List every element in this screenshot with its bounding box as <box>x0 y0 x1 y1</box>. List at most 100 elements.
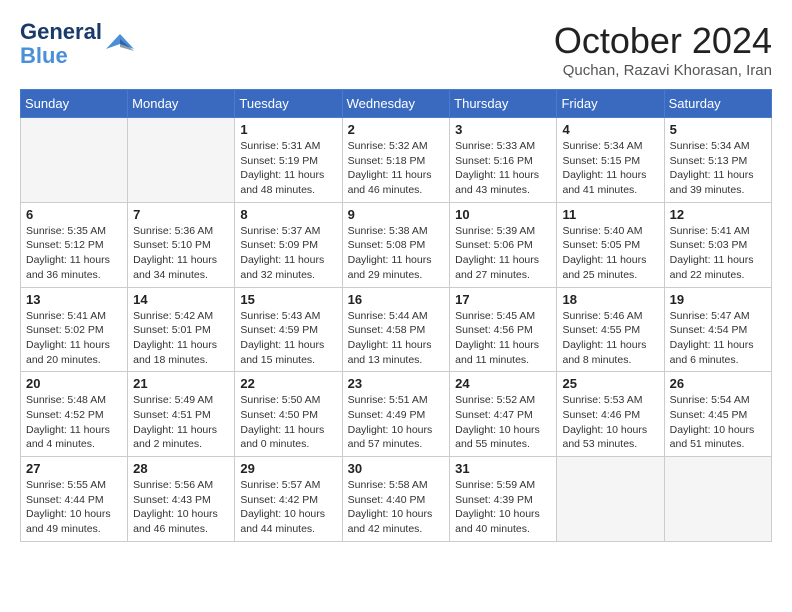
day-info: Sunrise: 5:35 AMSunset: 5:12 PMDaylight:… <box>26 224 122 283</box>
day-number: 7 <box>133 207 229 222</box>
location-subtitle: Quchan, Razavi Khorasan, Iran <box>554 62 772 79</box>
day-info: Sunrise: 5:34 AMSunset: 5:13 PMDaylight:… <box>670 139 766 198</box>
day-cell: 23 Sunrise: 5:51 AMSunset: 4:49 PMDayligh… <box>342 372 450 457</box>
day-number: 4 <box>562 122 658 137</box>
day-info: Sunrise: 5:41 AMSunset: 5:02 PMDaylight:… <box>26 309 122 368</box>
day-cell: 12 Sunrise: 5:41 AMSunset: 5:03 PMDayligh… <box>664 202 771 287</box>
week-row-3: 13 Sunrise: 5:41 AMSunset: 5:02 PMDayligh… <box>21 287 772 372</box>
day-cell: 24Sunrise: 5:52 AMSunset: 4:47 PMDayligh… <box>450 372 557 457</box>
day-number: 11 <box>562 207 658 222</box>
day-cell: 13 Sunrise: 5:41 AMSunset: 5:02 PMDayligh… <box>21 287 128 372</box>
day-number: 25 <box>562 376 658 391</box>
day-cell: 30 Sunrise: 5:58 AMSunset: 4:40 PMDayligh… <box>342 457 450 542</box>
day-info: Sunrise: 5:59 AMSunset: 4:39 PMDaylight:… <box>455 478 551 537</box>
day-cell: 11 Sunrise: 5:40 AMSunset: 5:05 PMDayligh… <box>557 202 664 287</box>
day-cell: 1Sunrise: 5:31 AMSunset: 5:19 PMDaylight… <box>235 118 342 203</box>
day-number: 8 <box>240 207 336 222</box>
day-info: Sunrise: 5:51 AMSunset: 4:49 PMDaylight:… <box>348 393 445 452</box>
day-cell: 21Sunrise: 5:49 AMSunset: 4:51 PMDayligh… <box>128 372 235 457</box>
day-info: Sunrise: 5:47 AMSunset: 4:54 PMDaylight:… <box>670 309 766 368</box>
day-cell: 26 Sunrise: 5:54 AMSunset: 4:45 PMDayligh… <box>664 372 771 457</box>
day-cell: 16 Sunrise: 5:44 AMSunset: 4:58 PMDayligh… <box>342 287 450 372</box>
day-cell: 18 Sunrise: 5:46 AMSunset: 4:55 PMDayligh… <box>557 287 664 372</box>
weekday-header-saturday: Saturday <box>664 90 771 118</box>
day-number: 5 <box>670 122 766 137</box>
day-cell: 3 Sunrise: 5:33 AMSunset: 5:16 PMDaylight… <box>450 118 557 203</box>
day-cell <box>557 457 664 542</box>
day-info: Sunrise: 5:46 AMSunset: 4:55 PMDaylight:… <box>562 309 658 368</box>
day-number: 30 <box>348 461 445 476</box>
day-cell: 28 Sunrise: 5:56 AMSunset: 4:43 PMDayligh… <box>128 457 235 542</box>
weekday-header-tuesday: Tuesday <box>235 90 342 118</box>
day-info: Sunrise: 5:53 AMSunset: 4:46 PMDaylight:… <box>562 393 658 452</box>
day-number: 28 <box>133 461 229 476</box>
day-cell <box>128 118 235 203</box>
weekday-header-sunday: Sunday <box>21 90 128 118</box>
week-row-2: 6Sunrise: 5:35 AMSunset: 5:12 PMDaylight… <box>21 202 772 287</box>
day-info: Sunrise: 5:57 AMSunset: 4:42 PMDaylight:… <box>240 478 336 537</box>
weekday-header-wednesday: Wednesday <box>342 90 450 118</box>
day-cell: 5 Sunrise: 5:34 AMSunset: 5:13 PMDaylight… <box>664 118 771 203</box>
weekday-header-thursday: Thursday <box>450 90 557 118</box>
day-number: 26 <box>670 376 766 391</box>
day-info: Sunrise: 5:44 AMSunset: 4:58 PMDaylight:… <box>348 309 445 368</box>
day-number: 9 <box>348 207 445 222</box>
day-number: 16 <box>348 292 445 307</box>
week-row-1: 1Sunrise: 5:31 AMSunset: 5:19 PMDaylight… <box>21 118 772 203</box>
day-cell: 17 Sunrise: 5:45 AMSunset: 4:56 PMDayligh… <box>450 287 557 372</box>
day-number: 1 <box>240 122 336 137</box>
day-info: Sunrise: 5:48 AMSunset: 4:52 PMDaylight:… <box>26 393 122 452</box>
day-number: 13 <box>26 292 122 307</box>
day-number: 17 <box>455 292 551 307</box>
day-info: Sunrise: 5:34 AMSunset: 5:15 PMDaylight:… <box>562 139 658 198</box>
day-info: Sunrise: 5:54 AMSunset: 4:45 PMDaylight:… <box>670 393 766 452</box>
day-info: Sunrise: 5:56 AMSunset: 4:43 PMDaylight:… <box>133 478 229 537</box>
day-info: Sunrise: 5:42 AMSunset: 5:01 PMDaylight:… <box>133 309 229 368</box>
day-cell <box>664 457 771 542</box>
day-cell: 14 Sunrise: 5:42 AMSunset: 5:01 PMDayligh… <box>128 287 235 372</box>
logo-text: GeneralBlue <box>20 20 102 68</box>
day-cell: 22Sunrise: 5:50 AMSunset: 4:50 PMDayligh… <box>235 372 342 457</box>
day-info: Sunrise: 5:45 AMSunset: 4:56 PMDaylight:… <box>455 309 551 368</box>
week-row-5: 27 Sunrise: 5:55 AMSunset: 4:44 PMDayligh… <box>21 457 772 542</box>
day-number: 10 <box>455 207 551 222</box>
day-number: 23 <box>348 376 445 391</box>
day-info: Sunrise: 5:58 AMSunset: 4:40 PMDaylight:… <box>348 478 445 537</box>
week-row-4: 20Sunrise: 5:48 AMSunset: 4:52 PMDayligh… <box>21 372 772 457</box>
day-cell: 31 Sunrise: 5:59 AMSunset: 4:39 PMDayligh… <box>450 457 557 542</box>
day-number: 3 <box>455 122 551 137</box>
weekday-header-row: SundayMondayTuesdayWednesdayThursdayFrid… <box>21 90 772 118</box>
day-number: 12 <box>670 207 766 222</box>
weekday-header-monday: Monday <box>128 90 235 118</box>
day-number: 27 <box>26 461 122 476</box>
day-cell: 25 Sunrise: 5:53 AMSunset: 4:46 PMDayligh… <box>557 372 664 457</box>
day-info: Sunrise: 5:49 AMSunset: 4:51 PMDaylight:… <box>133 393 229 452</box>
day-info: Sunrise: 5:40 AMSunset: 5:05 PMDaylight:… <box>562 224 658 283</box>
calendar-table: SundayMondayTuesdayWednesdayThursdayFrid… <box>20 89 772 542</box>
day-number: 2 <box>348 122 445 137</box>
day-cell: 19 Sunrise: 5:47 AMSunset: 4:54 PMDayligh… <box>664 287 771 372</box>
day-number: 18 <box>562 292 658 307</box>
day-cell: 27 Sunrise: 5:55 AMSunset: 4:44 PMDayligh… <box>21 457 128 542</box>
day-cell <box>21 118 128 203</box>
day-cell: 8Sunrise: 5:37 AMSunset: 5:09 PMDaylight… <box>235 202 342 287</box>
day-info: Sunrise: 5:33 AMSunset: 5:16 PMDaylight:… <box>455 139 551 198</box>
day-cell: 6Sunrise: 5:35 AMSunset: 5:12 PMDaylight… <box>21 202 128 287</box>
day-info: Sunrise: 5:39 AMSunset: 5:06 PMDaylight:… <box>455 224 551 283</box>
day-info: Sunrise: 5:43 AMSunset: 4:59 PMDaylight:… <box>240 309 336 368</box>
page-header: GeneralBlue October 2024 Quchan, Razavi … <box>20 20 772 79</box>
day-number: 19 <box>670 292 766 307</box>
day-number: 31 <box>455 461 551 476</box>
day-number: 14 <box>133 292 229 307</box>
day-info: Sunrise: 5:52 AMSunset: 4:47 PMDaylight:… <box>455 393 551 452</box>
day-cell: 7Sunrise: 5:36 AMSunset: 5:10 PMDaylight… <box>128 202 235 287</box>
day-cell: 4 Sunrise: 5:34 AMSunset: 5:15 PMDaylight… <box>557 118 664 203</box>
month-title: October 2024 <box>554 20 772 62</box>
day-cell: 9Sunrise: 5:38 AMSunset: 5:08 PMDaylight… <box>342 202 450 287</box>
title-area: October 2024 Quchan, Razavi Khorasan, Ir… <box>554 20 772 79</box>
logo: GeneralBlue <box>20 20 136 68</box>
weekday-header-friday: Friday <box>557 90 664 118</box>
day-info: Sunrise: 5:41 AMSunset: 5:03 PMDaylight:… <box>670 224 766 283</box>
day-number: 22 <box>240 376 336 391</box>
day-info: Sunrise: 5:55 AMSunset: 4:44 PMDaylight:… <box>26 478 122 537</box>
